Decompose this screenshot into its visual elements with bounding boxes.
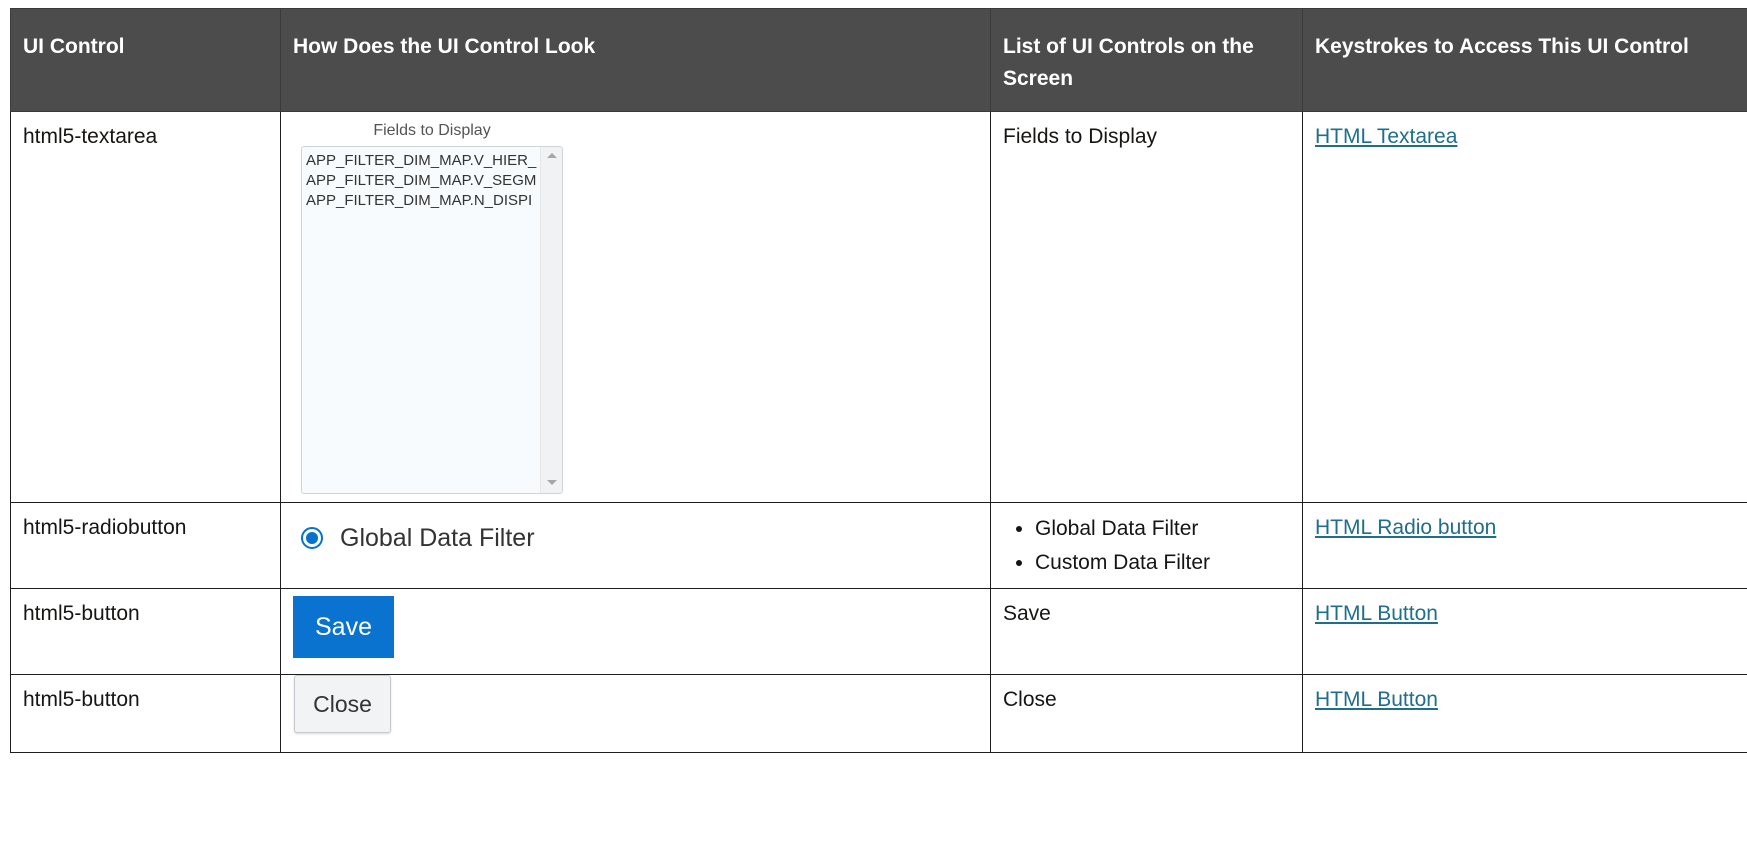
preview-cell: Close	[280, 674, 991, 753]
radio-selected-icon[interactable]	[301, 527, 323, 549]
textarea-line: APP_FILTER_DIM_MAP.N_DISPI	[306, 192, 533, 209]
html-textarea-link[interactable]: HTML Textarea	[1315, 125, 1457, 148]
table-row: html5-radiobutton Global Data Filter Glo…	[10, 502, 1747, 589]
keystroke-cell: HTML Radio button	[1302, 502, 1747, 589]
preview-cell: Global Data Filter	[280, 502, 991, 589]
preview-cell: Save	[280, 588, 991, 675]
list-cell: Global Data Filter Custom Data Filter	[990, 502, 1303, 589]
preview-cell: Fields to Display APP_FILTER_DIM_MAP.V_H…	[280, 111, 991, 503]
radio-preview[interactable]: Global Data Filter	[301, 522, 978, 554]
control-name-cell: html5-button	[10, 588, 281, 675]
list-item: Custom Data Filter	[1035, 546, 1290, 580]
textarea-preview: Fields to Display APP_FILTER_DIM_MAP.V_H…	[301, 121, 563, 494]
header-keystrokes: Keystrokes to Access This UI Control	[1302, 8, 1747, 112]
control-list: Global Data Filter Custom Data Filter	[1003, 512, 1290, 580]
html-button-link[interactable]: HTML Button	[1315, 688, 1438, 711]
scroll-up-icon[interactable]	[547, 153, 557, 158]
list-item: Global Data Filter	[1035, 512, 1290, 546]
radio-label: Global Data Filter	[340, 524, 535, 552]
control-name-cell: html5-radiobutton	[10, 502, 281, 589]
textarea-line: APP_FILTER_DIM_MAP.V_HIER_	[306, 152, 537, 169]
scroll-down-icon[interactable]	[547, 480, 557, 485]
keystroke-cell: HTML Textarea	[1302, 111, 1747, 503]
textarea-line: APP_FILTER_DIM_MAP.V_SEGM	[306, 172, 537, 189]
textarea-title: Fields to Display	[373, 122, 491, 139]
table-header-row: UI Control How Does the UI Control Look …	[10, 8, 1747, 112]
keystroke-cell: HTML Button	[1302, 674, 1747, 753]
html-radio-button-link[interactable]: HTML Radio button	[1315, 516, 1496, 539]
keystroke-cell: HTML Button	[1302, 588, 1747, 675]
fields-textarea[interactable]: APP_FILTER_DIM_MAP.V_HIER_ APP_FILTER_DI…	[301, 146, 563, 494]
textarea-scrollbar[interactable]	[540, 147, 562, 493]
header-ui-control: UI Control	[10, 8, 281, 112]
control-name-cell: html5-textarea	[10, 111, 281, 503]
list-cell: Save	[990, 588, 1303, 675]
header-look: How Does the UI Control Look	[280, 8, 991, 112]
table-row: html5-button Save Save HTML Button	[10, 588, 1747, 675]
table-row: html5-textarea Fields to Display APP_FIL…	[10, 111, 1747, 503]
table-row: html5-button Close Close HTML Button	[10, 674, 1747, 753]
html-button-link[interactable]: HTML Button	[1315, 602, 1438, 625]
control-name-cell: html5-button	[10, 674, 281, 753]
save-button[interactable]: Save	[293, 596, 394, 658]
list-cell: Fields to Display	[990, 111, 1303, 503]
close-button[interactable]: Close	[294, 675, 391, 733]
header-list: List of UI Controls on the Screen	[990, 8, 1303, 112]
ui-controls-table: UI Control How Does the UI Control Look …	[10, 8, 1747, 753]
list-cell: Close	[990, 674, 1303, 753]
